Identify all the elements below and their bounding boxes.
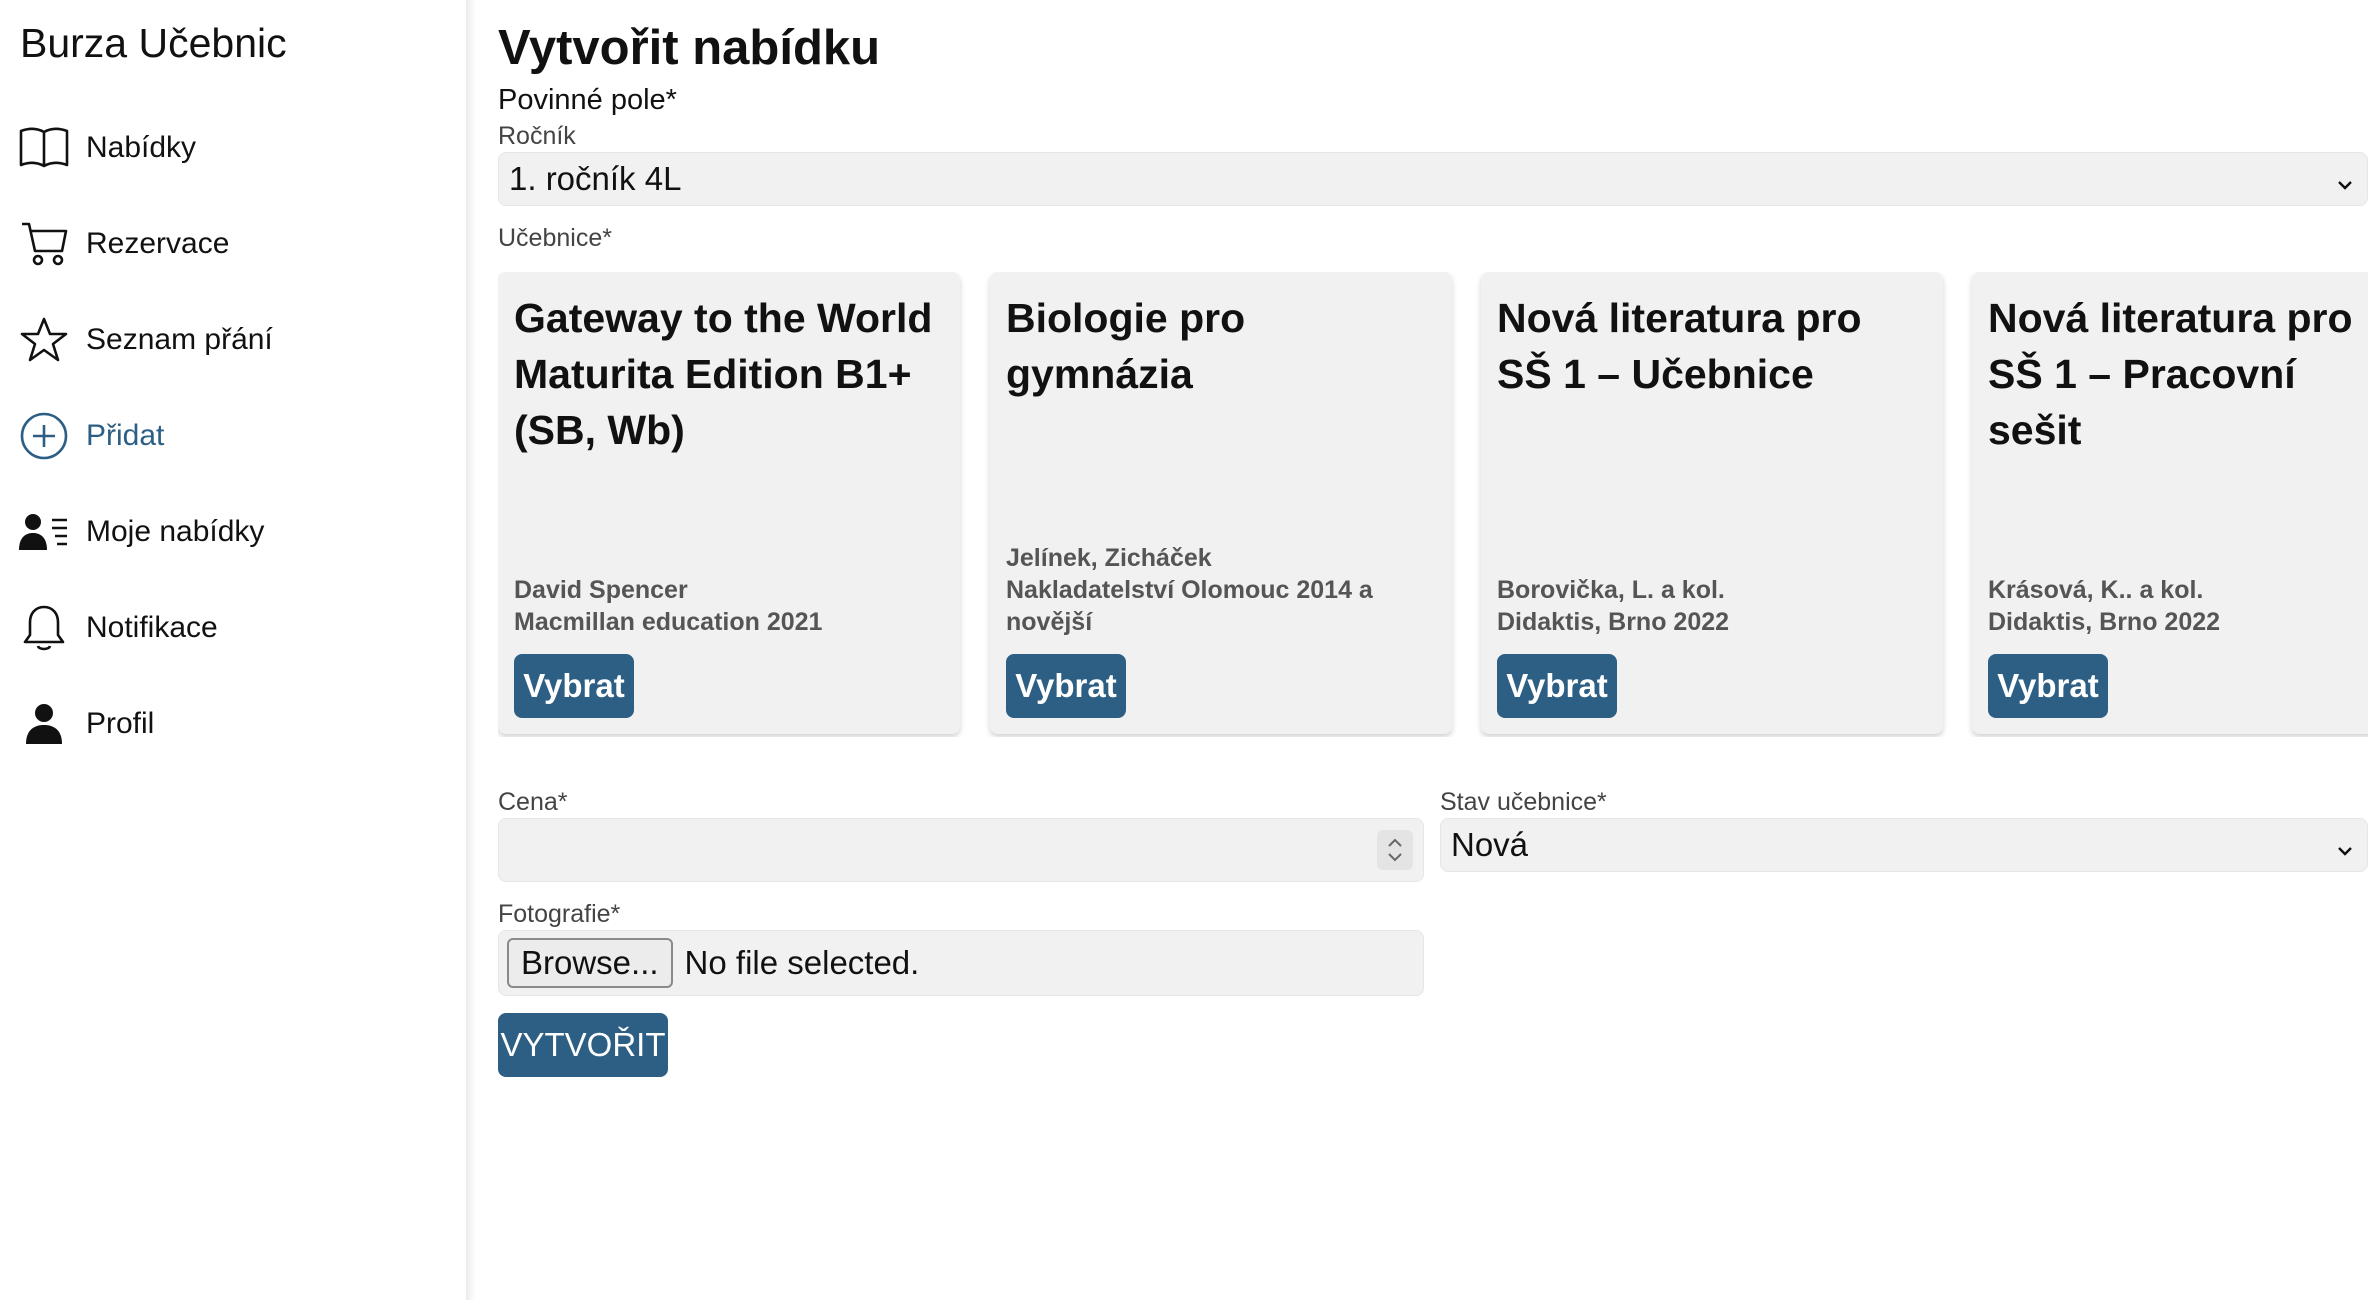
- chevron-down-icon: [2333, 167, 2357, 191]
- browse-button[interactable]: Browse...: [507, 938, 673, 988]
- sidebar: Burza Učebnic Nabídky Rezervace Seznam p…: [0, 0, 466, 1300]
- textbook-card: Biologie pro gymnázia Jelínek, Zicháček …: [990, 272, 1452, 734]
- sidebar-item-label: Notifikace: [86, 611, 218, 644]
- sidebar-item-label: Profil: [86, 707, 155, 740]
- textbook-author: Borovička, L. a kol.: [1497, 576, 1725, 604]
- required-note: Povinné pole*: [498, 84, 677, 116]
- textbook-author: Jelínek, Zicháček: [1006, 544, 1212, 572]
- sidebar-item-label: Přidat: [86, 419, 165, 452]
- photo-file-input[interactable]: Browse... No file selected.: [498, 930, 1424, 996]
- sidebar-item-label: Rezervace: [86, 227, 230, 260]
- main-content: Vytvořit nabídku Povinné pole* Ročník 1.…: [498, 0, 2368, 1300]
- grade-label: Ročník: [498, 122, 576, 150]
- textbook-title-line: Nová literatura pro SŠ 1 – Pracovní seši…: [1988, 295, 2353, 453]
- textbook-publisher: Didaktis, Brno 2022: [1497, 608, 1730, 636]
- file-status: No file selected.: [684, 944, 920, 981]
- sidebar-item-profil[interactable]: Profil: [0, 676, 466, 772]
- sidebar-divider: [466, 0, 476, 1300]
- sidebar-item-nabidky[interactable]: Nabídky: [0, 100, 466, 196]
- textbook-title: Gateway to the World Maturita Edition B1…: [514, 295, 933, 453]
- sidebar-nav: Nabídky Rezervace Seznam přání Přidat Mo…: [0, 100, 466, 772]
- grade-select[interactable]: 1. ročník 4L: [498, 152, 2368, 206]
- book-icon: [18, 122, 70, 174]
- textbook-publisher: Macmillan education 2021: [514, 608, 823, 636]
- sidebar-item-label: Nabídky: [86, 131, 197, 164]
- textbook-cards: Gateway to the World Maturita Edition B1…: [498, 272, 2368, 737]
- sidebar-item-seznam-prani[interactable]: Seznam přání: [0, 292, 466, 388]
- select-textbook-button[interactable]: Vybrat: [514, 654, 634, 718]
- create-button[interactable]: VYTVOŘIT: [498, 1013, 668, 1077]
- textbook-author: Krásová, K.. a kol.: [1988, 576, 2204, 604]
- photo-label: Fotografie*: [498, 900, 621, 928]
- condition-label: Stav učebnice*: [1440, 788, 1607, 816]
- number-spinner-icon[interactable]: [1377, 830, 1413, 870]
- sidebar-item-pridat[interactable]: Přidat: [0, 388, 466, 484]
- cart-icon: [18, 218, 70, 270]
- textbook-title: Nová literatura pro SŠ 1 – Pracovní seši…: [1988, 290, 2368, 458]
- sidebar-item-label: Seznam přání: [86, 323, 273, 356]
- sidebar-item-notifikace[interactable]: Notifikace: [0, 580, 466, 676]
- price-input[interactable]: [498, 818, 1424, 882]
- grade-select-value: 1. ročník 4L: [509, 160, 682, 197]
- textbook-card: Nová literatura pro SŠ 1 – Učebnice Boro…: [1481, 272, 1943, 734]
- select-textbook-button[interactable]: Vybrat: [1988, 654, 2108, 718]
- sidebar-item-rezervace[interactable]: Rezervace: [0, 196, 466, 292]
- textbook-card: Nová literatura pro SŠ 1 – Pracovní seši…: [1972, 272, 2368, 734]
- condition-select-value: Nová: [1451, 826, 1529, 863]
- textbook-publisher: Didaktis, Brno 2022: [1988, 608, 2221, 636]
- app-title: Burza Učebnic: [20, 20, 287, 66]
- plus-circle-icon: [18, 410, 70, 462]
- star-icon: [18, 314, 70, 366]
- person-icon: [18, 698, 70, 750]
- textbook-title: Nová literatura pro SŠ 1 – Učebnice: [1497, 295, 1862, 397]
- price-label: Cena*: [498, 788, 568, 816]
- page-title: Vytvořit nabídku: [498, 21, 881, 75]
- select-textbook-button[interactable]: Vybrat: [1497, 654, 1617, 718]
- sidebar-item-label: Moje nabídky: [86, 515, 265, 548]
- textbook-author: David Spencer: [514, 576, 688, 604]
- select-textbook-button[interactable]: Vybrat: [1006, 654, 1126, 718]
- textbook-publisher: Nakladatelství Olomouc 2014 a novější: [1006, 576, 1373, 636]
- bell-icon: [18, 602, 70, 654]
- user-list-icon: [18, 506, 70, 558]
- textbook-card: Gateway to the World Maturita Edition B1…: [498, 272, 960, 734]
- textbook-label: Učebnice*: [498, 224, 612, 252]
- chevron-down-icon: [2333, 833, 2357, 857]
- sidebar-item-moje-nabidky[interactable]: Moje nabídky: [0, 484, 466, 580]
- textbook-title: Biologie pro gymnázia: [1006, 295, 1246, 397]
- condition-select[interactable]: Nová: [1440, 818, 2368, 872]
